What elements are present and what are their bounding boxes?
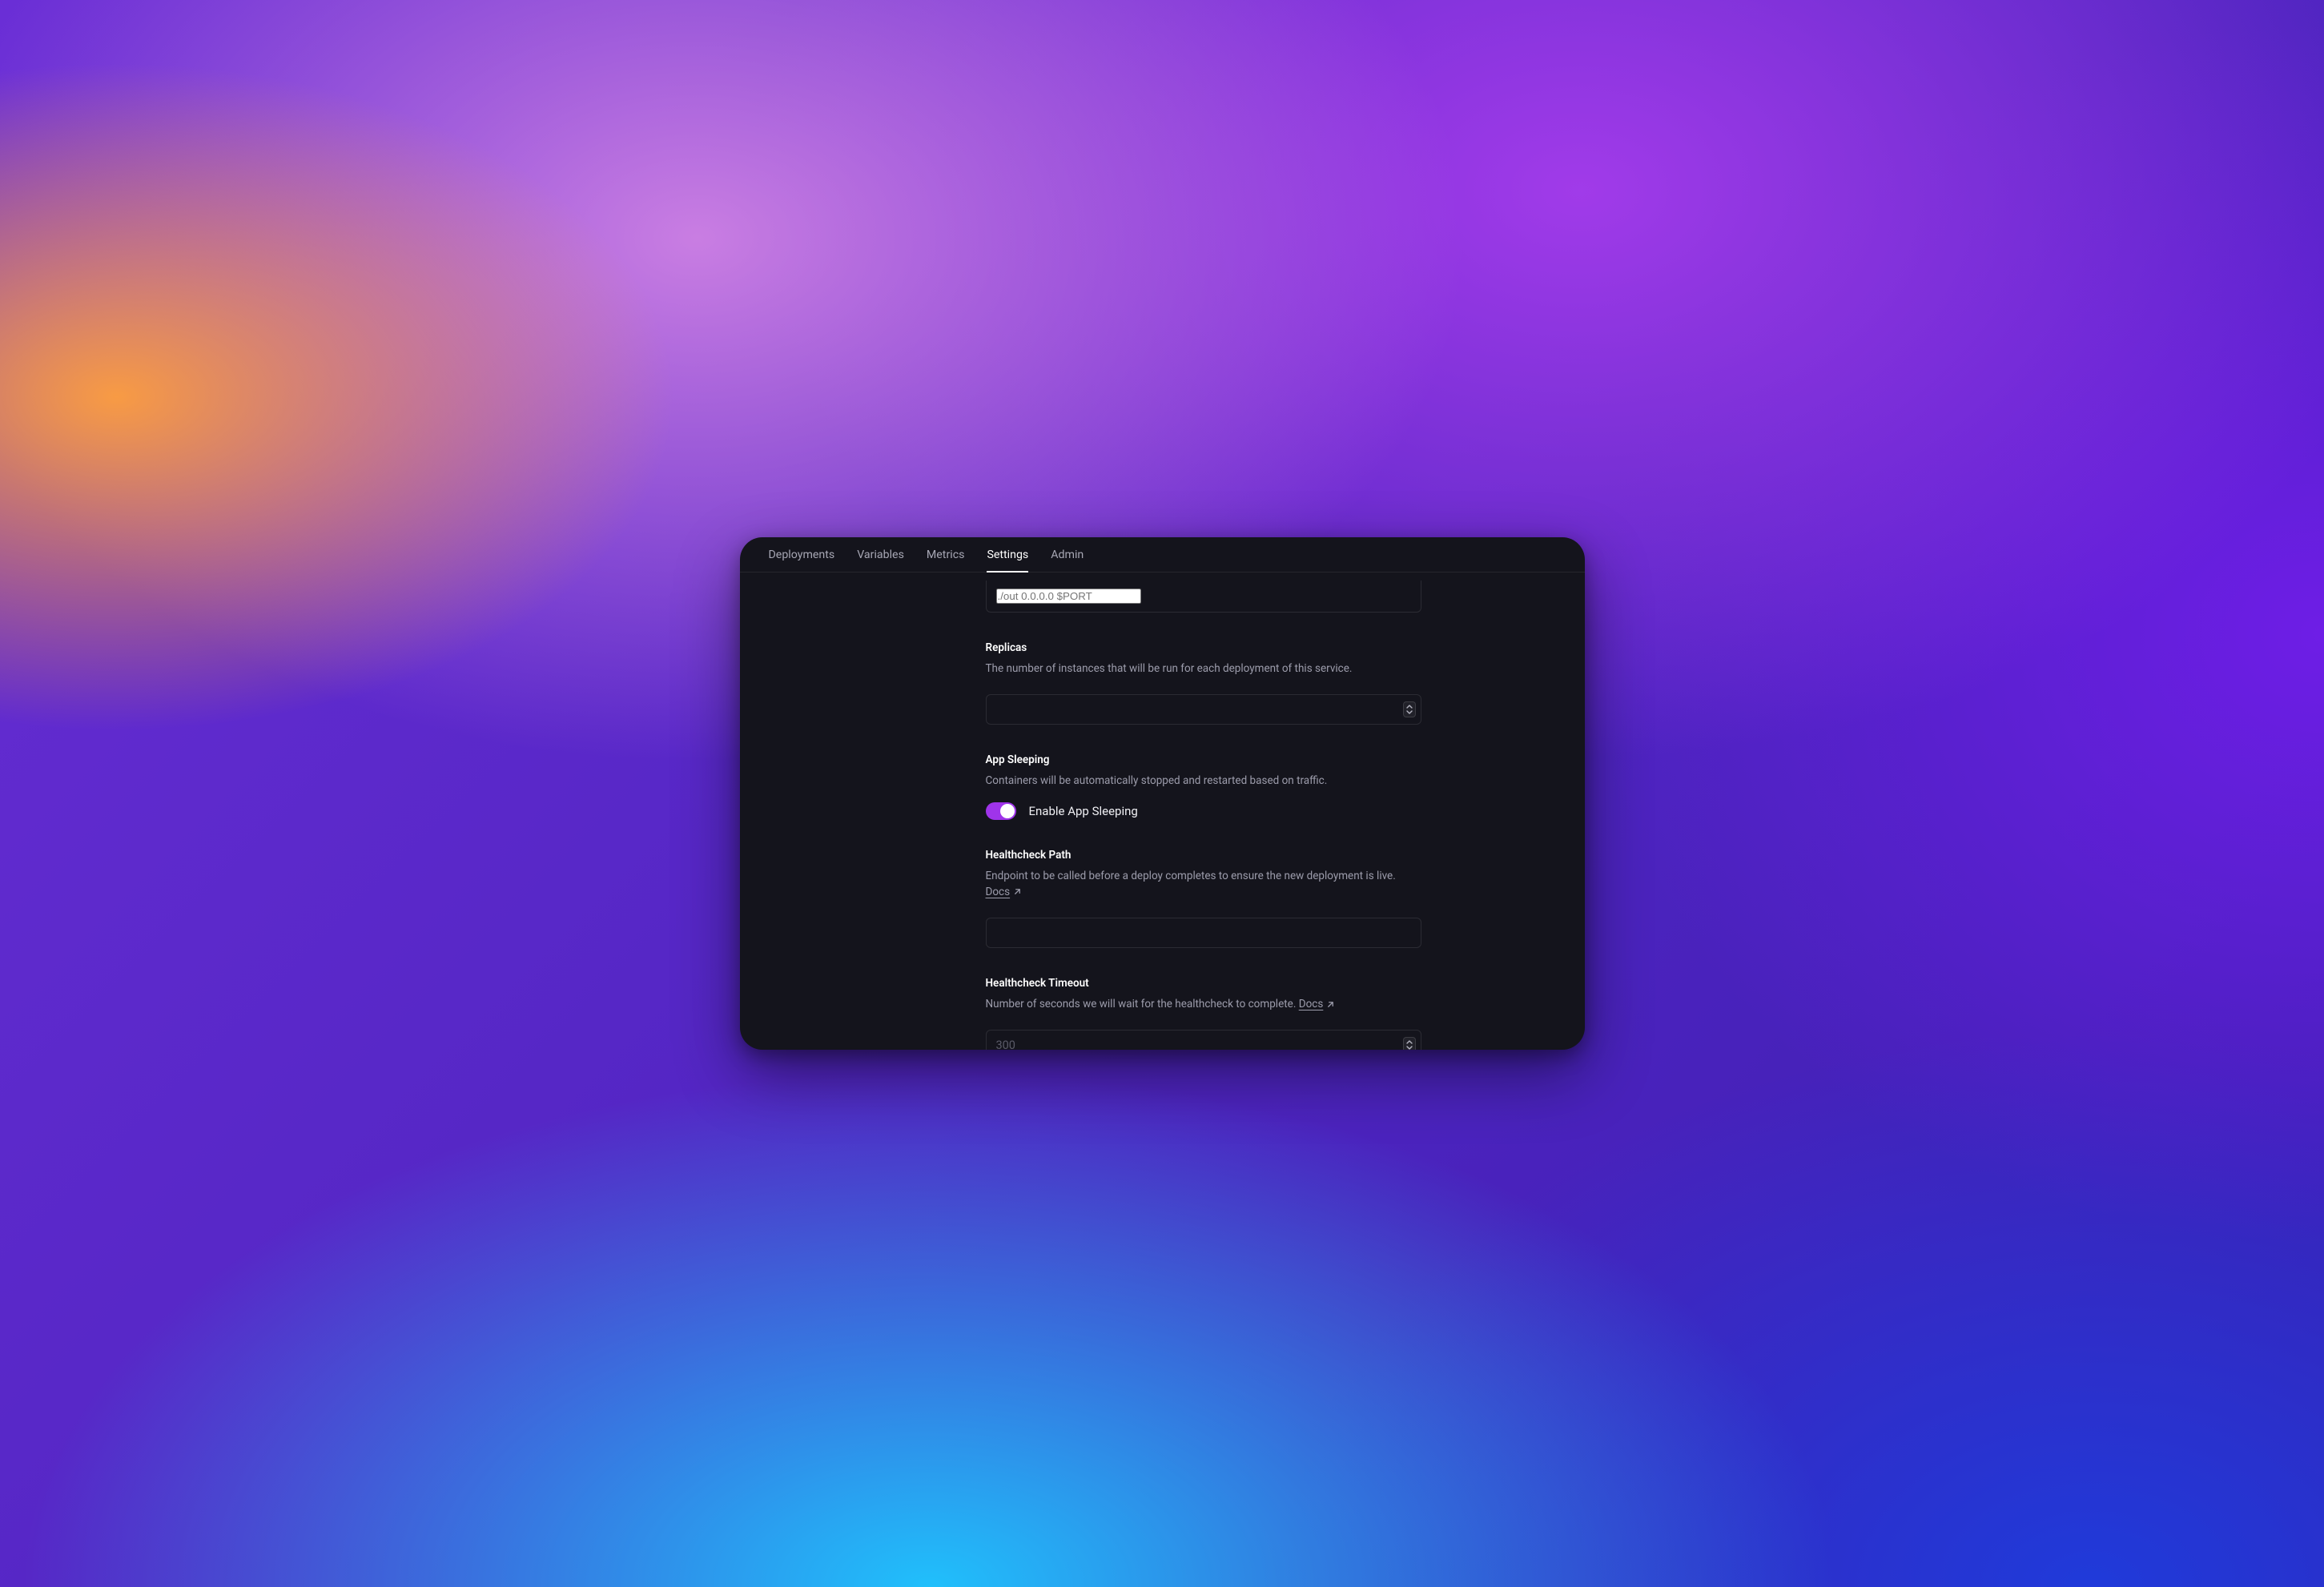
tab-bar: Deployments Variables Metrics Settings A… <box>740 537 1585 573</box>
replicas-input[interactable] <box>996 703 1411 717</box>
external-link-icon <box>1013 887 1022 896</box>
chevron-up-down-icon <box>1405 704 1413 715</box>
healthcheck-timeout-title: Healthcheck Timeout <box>986 977 1421 990</box>
tab-deployments[interactable]: Deployments <box>769 537 835 572</box>
tab-metrics[interactable]: Metrics <box>927 537 965 572</box>
replicas-title: Replicas <box>986 641 1421 654</box>
docs-link-label: Docs <box>1299 996 1324 1012</box>
healthcheck-path-desc-text: Endpoint to be called before a deploy co… <box>986 870 1396 882</box>
section-healthcheck-timeout: Healthcheck Timeout Number of seconds we… <box>986 977 1421 1050</box>
app-sleeping-title: App Sleeping <box>986 753 1421 766</box>
tab-settings[interactable]: Settings <box>987 537 1028 572</box>
app-sleeping-desc: Containers will be automatically stopped… <box>986 773 1421 789</box>
healthcheck-path-desc: Endpoint to be called before a deploy co… <box>986 868 1421 901</box>
healthcheck-timeout-desc-text: Number of seconds we will wait for the h… <box>986 998 1299 1010</box>
external-link-icon <box>1326 1000 1335 1009</box>
healthcheck-timeout-desc: Number of seconds we will wait for the h… <box>986 996 1421 1012</box>
healthcheck-path-field[interactable] <box>986 918 1421 948</box>
replicas-stepper[interactable] <box>1403 701 1416 717</box>
app-sleeping-toggle-label: Enable App Sleeping <box>1029 804 1138 818</box>
content-area: Replicas The number of instances that wi… <box>740 573 1585 1050</box>
healthcheck-timeout-docs-link[interactable]: Docs <box>1299 996 1336 1012</box>
docs-link-label: Docs <box>986 884 1011 900</box>
healthcheck-path-input[interactable] <box>996 926 1411 940</box>
replicas-desc: The number of instances that will be run… <box>986 661 1421 677</box>
settings-window: Deployments Variables Metrics Settings A… <box>740 537 1585 1050</box>
tab-admin[interactable]: Admin <box>1051 537 1084 572</box>
section-healthcheck-path: Healthcheck Path Endpoint to be called b… <box>986 849 1421 949</box>
start-command-input[interactable] <box>996 589 1141 604</box>
section-app-sleeping: App Sleeping Containers will be automati… <box>986 753 1421 819</box>
section-replicas: Replicas The number of instances that wi… <box>986 641 1421 725</box>
healthcheck-timeout-input[interactable] <box>996 1039 1411 1050</box>
replicas-field[interactable] <box>986 694 1421 725</box>
chevron-up-down-icon <box>1405 1039 1413 1050</box>
app-sleeping-toggle[interactable] <box>986 802 1016 820</box>
healthcheck-path-title: Healthcheck Path <box>986 849 1421 862</box>
toggle-knob <box>1000 804 1015 818</box>
healthcheck-timeout-stepper[interactable] <box>1403 1037 1416 1050</box>
healthcheck-path-docs-link[interactable]: Docs <box>986 884 1023 900</box>
tab-variables[interactable]: Variables <box>857 537 904 572</box>
healthcheck-timeout-field[interactable] <box>986 1030 1421 1050</box>
start-command-field[interactable] <box>986 581 1421 613</box>
